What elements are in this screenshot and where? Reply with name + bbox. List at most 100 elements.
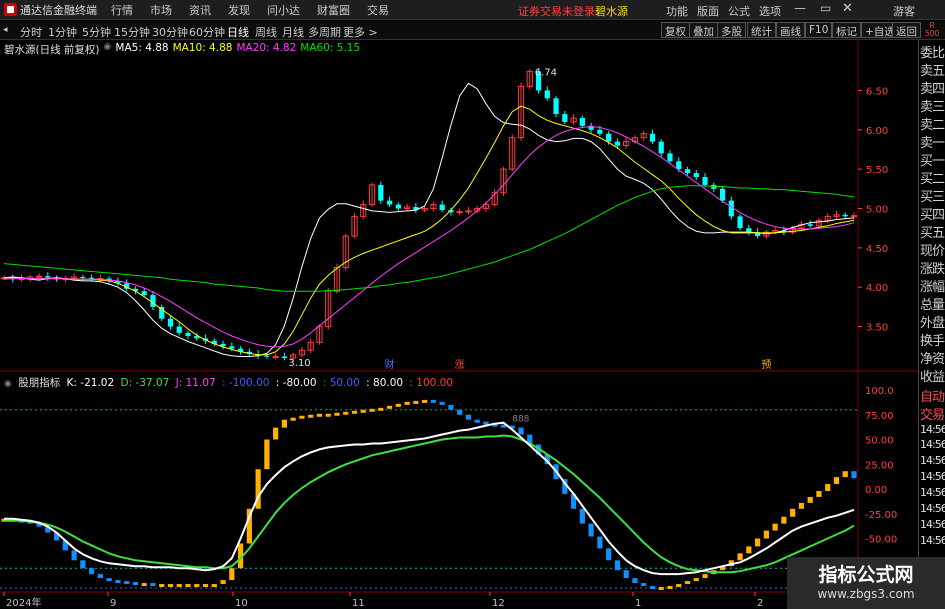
price-tick-label: 5.00 (866, 205, 888, 216)
candle-body (45, 276, 51, 278)
j-block (89, 568, 95, 575)
j-block (290, 417, 296, 421)
candle-body (167, 318, 174, 327)
j-block (746, 546, 752, 554)
kline-chart[interactable]: 6.50 6.00 5.50 5.00 4.50 4.00 3.50 100.0 75.00 50… (0, 40, 918, 609)
candle-body (693, 173, 699, 178)
menu-options[interactable]: 选项 (759, 3, 781, 19)
adjust-button[interactable]: 复权 (661, 22, 690, 38)
restore-icon[interactable]: ▭ (820, 1, 831, 15)
draw-line-button[interactable]: 画线 (776, 22, 805, 38)
menu-ask[interactable]: 问小达 (267, 2, 300, 18)
period-30min[interactable]: 30分钟 (152, 24, 188, 40)
period-1min[interactable]: 1分钟 (48, 24, 77, 40)
candle-body (597, 129, 603, 134)
price-tick-label: 3.50 (866, 323, 888, 334)
j-block (816, 490, 822, 497)
multi-stock-button[interactable]: 多股 (717, 22, 746, 38)
menu-wealth[interactable]: 财富圈 (317, 2, 350, 18)
j-block (448, 404, 454, 410)
side-panel-label: 14:56 (920, 454, 945, 467)
j-block (404, 401, 410, 405)
sub-tick-label: 0.00 (865, 485, 887, 496)
menu-news[interactable]: 资讯 (189, 2, 211, 18)
j-block (632, 578, 638, 584)
j-block (807, 496, 813, 503)
j-block (229, 568, 235, 581)
close-icon[interactable]: ✕ (842, 1, 853, 16)
sub-indicator-title: 股朋指标 (18, 377, 61, 389)
candle-body (465, 210, 472, 213)
period-60min[interactable]: 60分钟 (189, 24, 225, 40)
j-block (579, 508, 585, 524)
j-block (755, 538, 761, 547)
candle-body (606, 133, 612, 142)
menu-function[interactable]: 功能 (666, 3, 688, 19)
j-block (606, 548, 612, 561)
candle-body (150, 295, 156, 307)
candle-body (562, 114, 568, 122)
stats-button[interactable]: 统计 (747, 22, 776, 38)
guest-label[interactable]: 游客 (893, 3, 915, 19)
mark-button[interactable]: 标记 (832, 22, 861, 38)
j-block (185, 584, 191, 588)
j-block (588, 523, 594, 537)
price-tick-label: 6.00 (866, 126, 888, 137)
j-block (343, 411, 349, 415)
side-panel-label: 涨幅 (920, 280, 945, 295)
sub-settings-icon[interactable]: ◉ (4, 379, 12, 389)
period-intraday[interactable]: 分时 (20, 24, 42, 40)
j-block (623, 570, 629, 579)
candle-body (264, 355, 270, 357)
login-notice[interactable]: 证券交易未登录 (518, 3, 595, 19)
j-block (273, 427, 279, 440)
r-indicator: R 500 (925, 22, 939, 38)
period-daily[interactable]: 日线 (227, 24, 249, 40)
settings-gear-icon[interactable]: ◉ (104, 42, 112, 57)
overlay-button[interactable]: 叠加 (689, 22, 718, 38)
period-5min[interactable]: 5分钟 (82, 24, 111, 40)
sub-tick-label: -50.00 (865, 535, 897, 546)
j-block (457, 409, 463, 415)
period-weekly[interactable]: 周线 (255, 24, 277, 40)
j-block (658, 587, 664, 591)
menu-quotes[interactable]: 行情 (111, 2, 133, 18)
menu-layout[interactable]: 版面 (697, 3, 719, 19)
f10-button[interactable]: F10 (805, 22, 833, 38)
ma20-label: MA20: 4.82 (236, 42, 297, 54)
date-tick-label: 9 (110, 598, 116, 609)
menu-discover[interactable]: 发现 (228, 2, 250, 18)
menu-market[interactable]: 市场 (150, 2, 172, 18)
app-logo-icon (4, 3, 17, 16)
menu-formula[interactable]: 公式 (728, 3, 750, 19)
back-button[interactable]: 返回 (892, 22, 921, 38)
j-block (842, 471, 848, 478)
menu-trade[interactable]: 交易 (367, 2, 389, 18)
minimize-icon[interactable]: — (794, 1, 806, 15)
j-block (167, 584, 174, 588)
period-more[interactable]: 更多 > (343, 24, 378, 40)
j-block (597, 536, 603, 549)
period-monthly[interactable]: 月线 (282, 24, 304, 40)
sub-tick-label: 50.00 (865, 436, 894, 447)
j-block (132, 582, 139, 586)
j-block (378, 407, 384, 411)
watermark-url: www.zbgs3.com (817, 587, 915, 601)
candle-body (719, 188, 726, 201)
j-block (422, 399, 428, 403)
period-multi[interactable]: 多周期 (308, 24, 341, 40)
price-tick-label: 4.50 (866, 244, 888, 255)
candle-body (614, 141, 621, 146)
toolbar-dropdown-icon[interactable]: ◂ (3, 25, 8, 35)
date-tick-label: 2 (757, 598, 763, 609)
watermark-title: 指标公式网 (818, 564, 914, 586)
j-block (80, 560, 86, 569)
j-block (220, 580, 226, 585)
sub-tick-label: -25.00 (865, 510, 897, 521)
period-15min[interactable]: 15分钟 (114, 24, 150, 40)
j-block (430, 399, 436, 403)
j-block (351, 410, 358, 414)
j-block (202, 584, 209, 588)
candle-body (746, 228, 752, 233)
side-panel-label: 自动 (920, 390, 945, 405)
